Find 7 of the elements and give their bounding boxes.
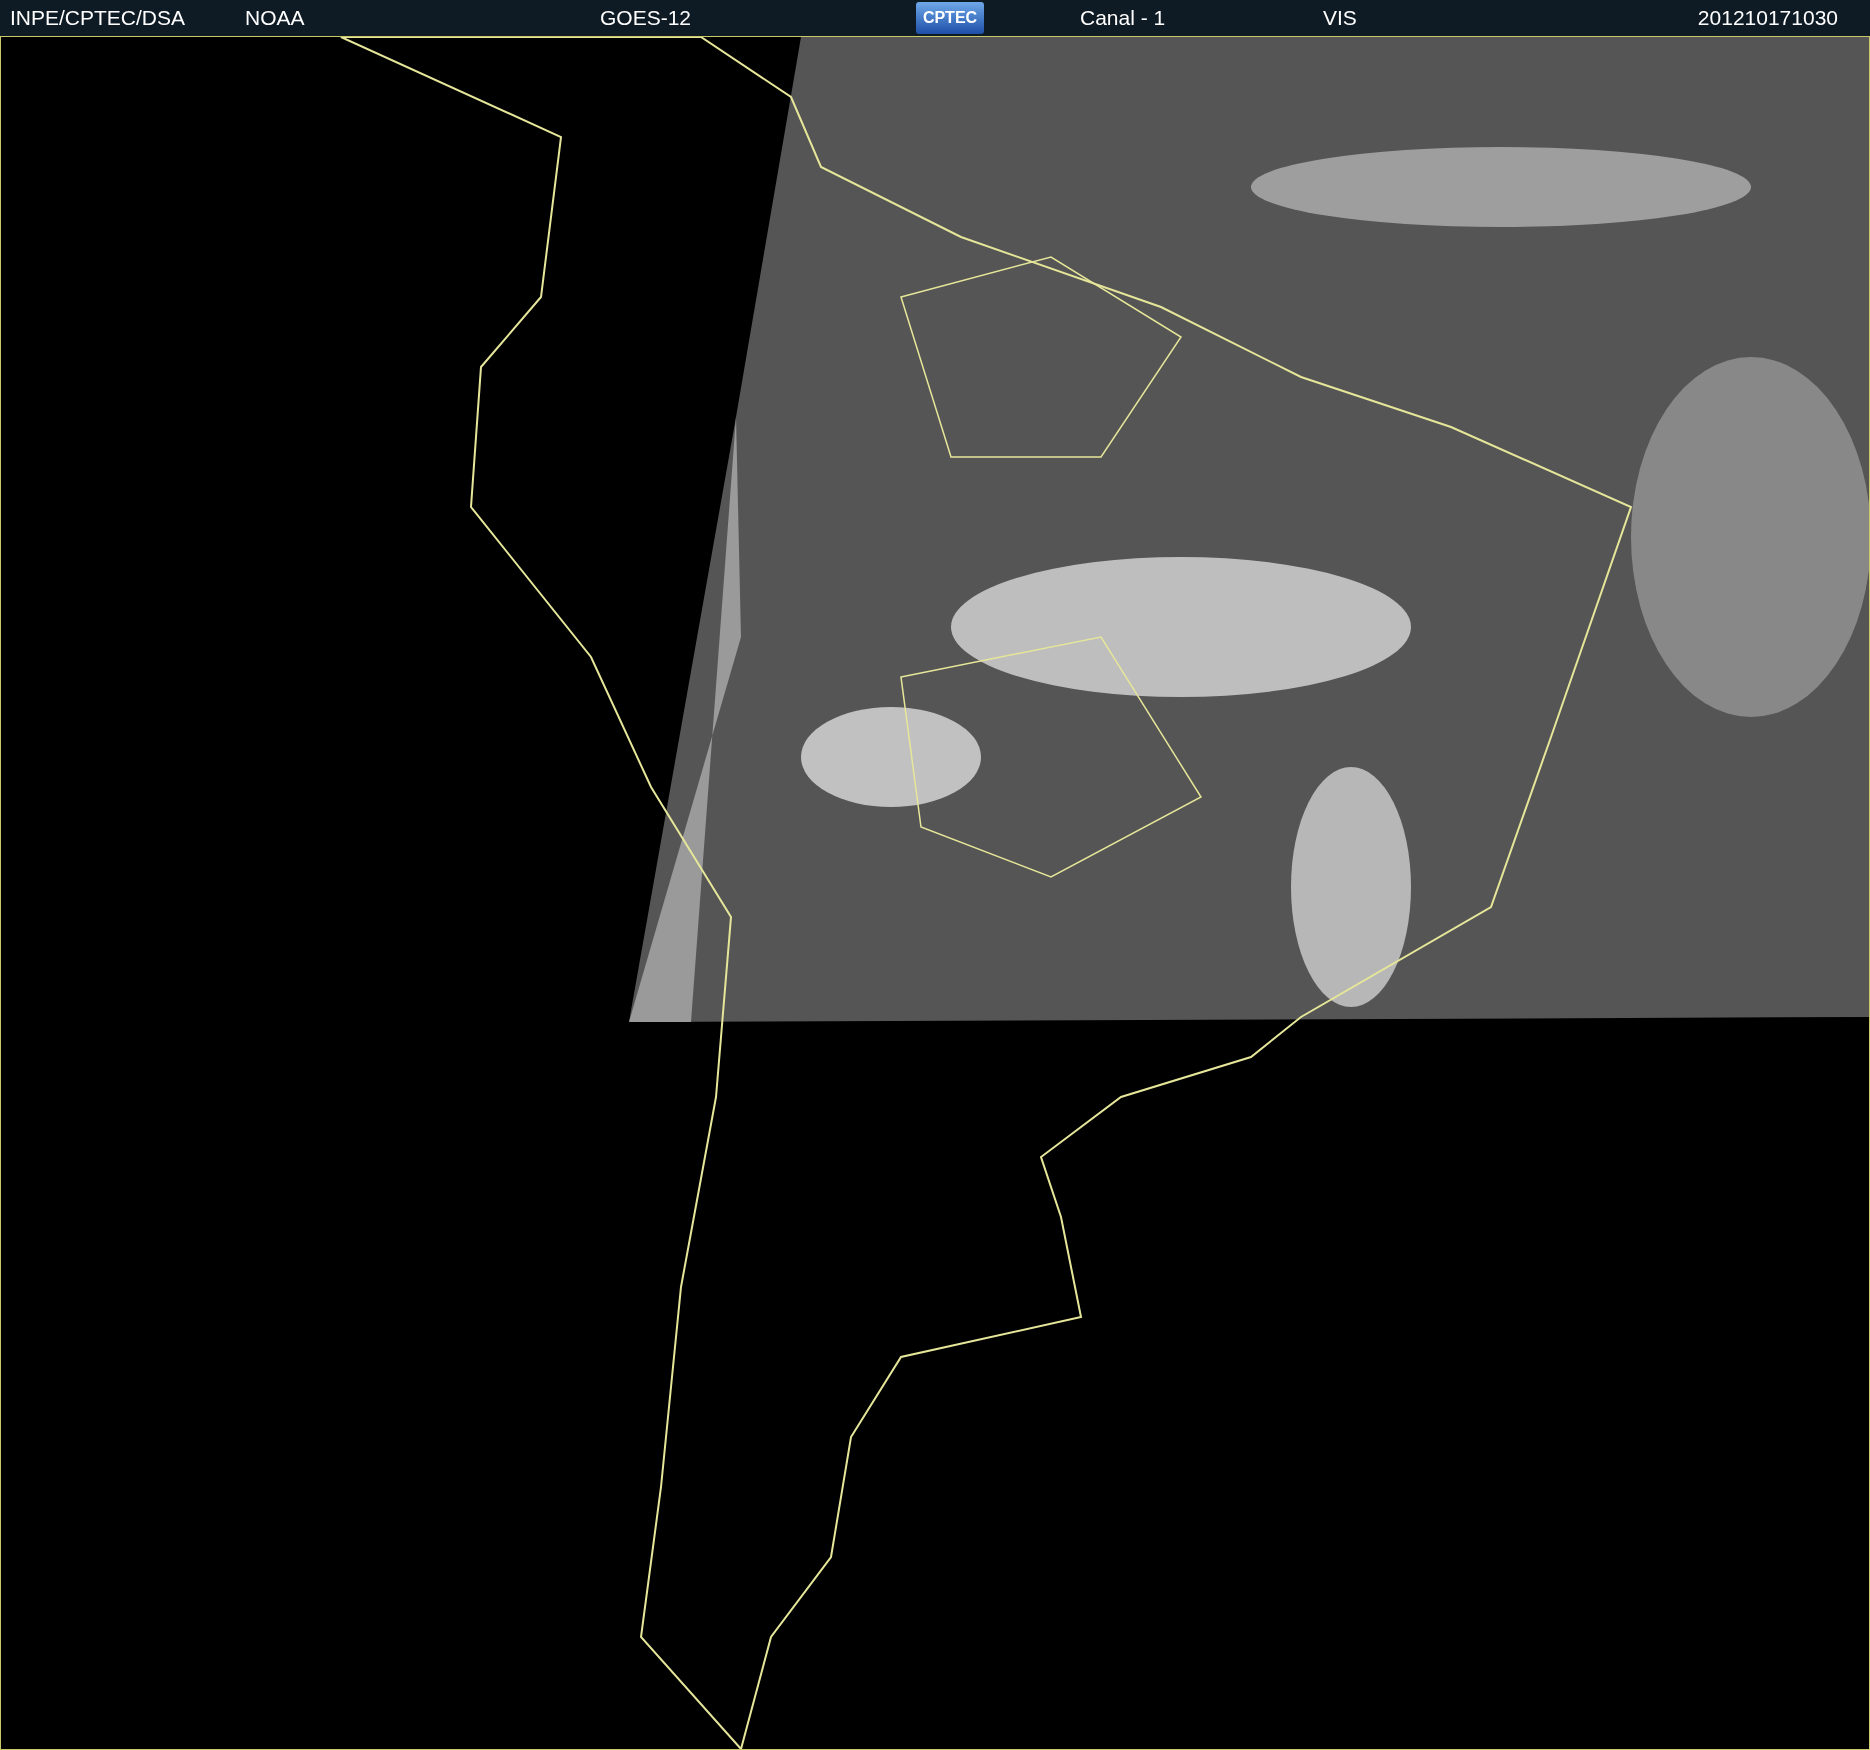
source-label: INPE/CPTEC/DSA — [10, 6, 187, 30]
timestamp-label: 201210171030 — [1697, 6, 1838, 30]
agency-label: NOAA — [245, 6, 306, 30]
satellite-label: GOES-12 — [600, 6, 693, 30]
logo: CPTEC — [916, 2, 984, 34]
band-label: VIS — [1323, 6, 1357, 30]
channel-label: Canal - 1 — [1080, 6, 1167, 30]
